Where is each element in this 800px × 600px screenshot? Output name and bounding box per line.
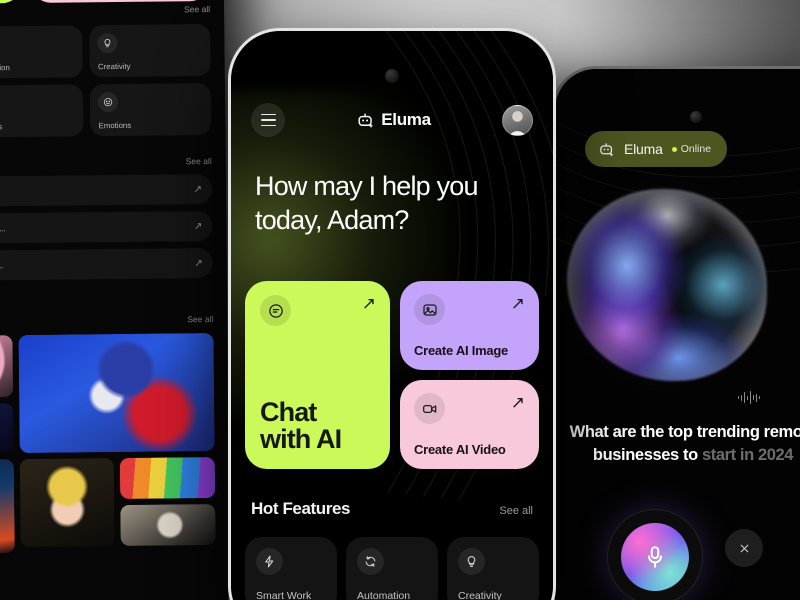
greeting-line-1: How may I help you [255, 171, 479, 201]
left-quick-prompt-text: What is the best business to start in... [0, 185, 186, 197]
art-column-right [18, 333, 216, 553]
close-button[interactable] [725, 529, 763, 567]
greeting-heading: How may I help you today, Adam? [255, 169, 533, 237]
art-subrow [19, 457, 216, 548]
user-avatar[interactable] [502, 104, 533, 136]
voice-transcript: What are the top trending remote busines… [555, 421, 800, 467]
art-tile-girl-with-pearl-earring[interactable] [19, 458, 115, 548]
close-icon [738, 542, 751, 555]
lightbulb-icon [97, 33, 118, 54]
robot-sparkle-icon [356, 111, 375, 130]
app-title: Eluma [381, 110, 431, 129]
card-image-label: Create AI Image [414, 343, 509, 358]
left-feature-label: Creativity [97, 61, 131, 72]
center-hot-features-title: Hot Features [251, 499, 351, 518]
card-video-arrow: ↗ [510, 393, 525, 412]
art-tile-astronaut-crystal-city[interactable] [0, 459, 15, 555]
assistant-status-badge[interactable]: Eluma Online [585, 131, 728, 167]
left-explore-header: Explore AI Art See all [0, 311, 213, 329]
left-phone-screen: Chatwith AI ↗ Create AI Video Hot Featur… [0, 0, 231, 600]
left-quick-prompts-header: Quick Prompts See all [0, 153, 212, 171]
right-phone-screen: Eluma Online What are the top trending r… [555, 69, 800, 600]
image-icon [414, 294, 445, 325]
center-hot-features-see-all[interactable]: See all [499, 505, 533, 517]
left-hot-features-section: Hot Features See all Smart Work Automati… [0, 1, 212, 139]
left-quick-prompt-row[interactable]: I need some wedding card inspiration... … [0, 211, 213, 245]
center-hot-features-header: Hot Features See all [251, 499, 533, 519]
center-feature-label: Creativity [458, 590, 502, 600]
video-camera-icon [414, 393, 445, 424]
zap-icon [256, 548, 283, 575]
center-action-cards: ↗ Chat with AI ↗ Create AI Image ↗ Creat… [245, 281, 539, 469]
center-top-bar: Eluma [251, 103, 533, 137]
left-feature-label: Analytics [0, 122, 3, 132]
center-feature-creativity[interactable]: Creativity [447, 537, 539, 600]
left-quick-prompt-text: I need some wedding card inspiration... [0, 223, 6, 234]
left-feature-creativity[interactable]: Creativity [89, 24, 211, 78]
greeting-line-2: today, Adam? [255, 205, 409, 236]
left-phone-device: Chatwith AI ↗ Create AI Video Hot Featur… [0, 0, 234, 600]
left-quick-prompt-arrow: ↗ [194, 257, 203, 269]
refresh-icon [357, 548, 384, 575]
left-explore-section: Explore AI Art See all [0, 311, 217, 600]
card-chat-arrow: ↗ [361, 294, 376, 313]
left-feature-emotions[interactable]: Emotions [90, 83, 212, 137]
transcript-dim-text: start in 2024 [701, 445, 794, 464]
art-subcolumn [120, 457, 216, 547]
status-label: Online [680, 143, 712, 155]
smiley-icon [98, 92, 119, 113]
hamburger-menu-icon[interactable] [251, 103, 285, 137]
art-tile-pink-flower-castle[interactable] [0, 335, 13, 399]
art-tile-astronaut-cathedral[interactable] [18, 333, 215, 454]
left-hot-features-see-all[interactable]: See all [184, 4, 210, 14]
art-column-left [0, 335, 15, 555]
left-hot-features-header: Hot Features See all [0, 1, 210, 19]
art-tile-metal-arch-structure[interactable] [120, 504, 216, 547]
left-feature-analytics[interactable]: Analytics [0, 84, 84, 138]
center-feature-automation[interactable]: Automation [346, 537, 438, 600]
center-right-cards: ↗ Create AI Image ↗ Create AI Video [400, 281, 539, 469]
center-phone-screen: Eluma How may I help you today, Adam? ↗ … [231, 31, 553, 600]
left-quick-prompt-arrow: ↗ [193, 183, 203, 195]
left-hot-features-grid: Smart Work Automation Creativity Researc… [0, 24, 212, 139]
left-feature-automation[interactable]: Automation [0, 25, 84, 79]
left-quick-prompts-see-all[interactable]: See all [186, 156, 212, 166]
status-badge: Online [671, 143, 712, 155]
left-feature-label: Automation [0, 63, 10, 73]
front-camera-dot [385, 69, 399, 83]
card-create-ai-video[interactable]: ↗ Create AI Video [400, 380, 539, 469]
center-feature-smart-work[interactable]: Smart Work [245, 537, 337, 600]
robot-sparkle-icon [598, 141, 615, 158]
left-explore-see-all[interactable]: See all [187, 314, 213, 324]
left-feature-label: Emotions [98, 120, 132, 131]
left-quick-prompt-row[interactable]: What is the best business to start in...… [0, 174, 213, 208]
center-feature-label: Automation [357, 590, 411, 600]
left-quick-prompt-text: Create me a short presentation on Li... [0, 260, 4, 271]
left-quick-prompt-row[interactable]: Create me a short presentation on Li... … [0, 248, 213, 282]
waveform-icon [738, 391, 761, 404]
left-quick-prompts-section: Quick Prompts See all What is the best b… [0, 153, 213, 282]
card-video-label: Create AI Video [414, 442, 506, 457]
front-camera-dot [690, 111, 702, 123]
status-dot-icon [671, 146, 677, 152]
microphone-button[interactable] [607, 509, 703, 600]
card-chat-with-ai[interactable]: ↗ Chat with AI [245, 281, 390, 469]
chat-lines-icon [260, 295, 291, 326]
assistant-name: Eluma [624, 141, 663, 157]
left-art-gallery [0, 333, 216, 555]
lightbulb-icon [458, 548, 485, 575]
card-image-arrow: ↗ [510, 294, 525, 313]
card-create-ai-image[interactable]: ↗ Create AI Image [400, 281, 539, 370]
app-brand: Eluma [356, 110, 431, 130]
center-phone-device: Eluma How may I help you today, Adam? ↗ … [228, 28, 556, 600]
center-hot-features-row: Smart Work Automation Creativity [245, 537, 539, 600]
center-feature-label: Smart Work [256, 590, 312, 600]
microphone-icon [621, 523, 689, 591]
art-tile-rainbow-crowd[interactable] [120, 457, 216, 500]
art-tile-neon-whale[interactable] [0, 403, 14, 455]
card-chat-label: Chat with AI [260, 396, 342, 455]
left-quick-prompt-arrow: ↗ [193, 220, 203, 232]
right-phone-device: Eluma Online What are the top trending r… [552, 66, 800, 600]
